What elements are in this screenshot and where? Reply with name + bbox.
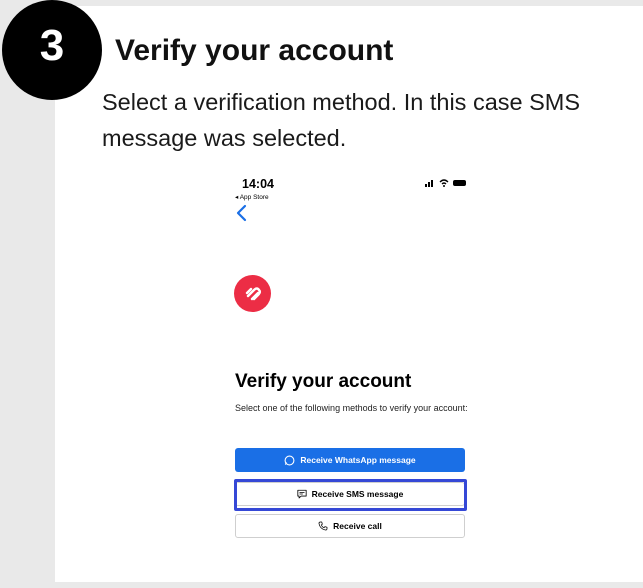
status-time: 14:04 xyxy=(242,177,274,191)
battery-icon xyxy=(453,180,466,186)
step-description: Select a verification method. In this ca… xyxy=(102,89,581,151)
receive-call-label: Receive call xyxy=(333,521,382,531)
step-title: Verify your account xyxy=(115,34,394,67)
authy-logo-icon xyxy=(234,275,271,312)
authy-symbol-icon xyxy=(245,286,261,300)
sms-selection-highlight xyxy=(234,479,467,511)
receive-whatsapp-button[interactable]: Receive WhatsApp message xyxy=(235,448,465,472)
verify-title: Verify your account xyxy=(235,371,412,392)
signal-icon xyxy=(425,180,433,187)
verify-description: Select one of the following methods to v… xyxy=(235,403,468,413)
receive-whatsapp-label: Receive WhatsApp message xyxy=(300,455,416,465)
step-number: 3 xyxy=(39,21,65,70)
wifi-icon xyxy=(439,179,449,187)
whatsapp-icon xyxy=(284,455,295,465)
receive-call-button[interactable]: Receive call xyxy=(235,514,465,538)
back-to-app-store-link[interactable]: ◂ App Store xyxy=(235,193,269,201)
phone-icon xyxy=(318,521,328,531)
back-chevron-icon[interactable] xyxy=(232,202,254,224)
step-number-badge: 3 xyxy=(2,0,102,100)
status-bar-icons xyxy=(425,179,466,187)
